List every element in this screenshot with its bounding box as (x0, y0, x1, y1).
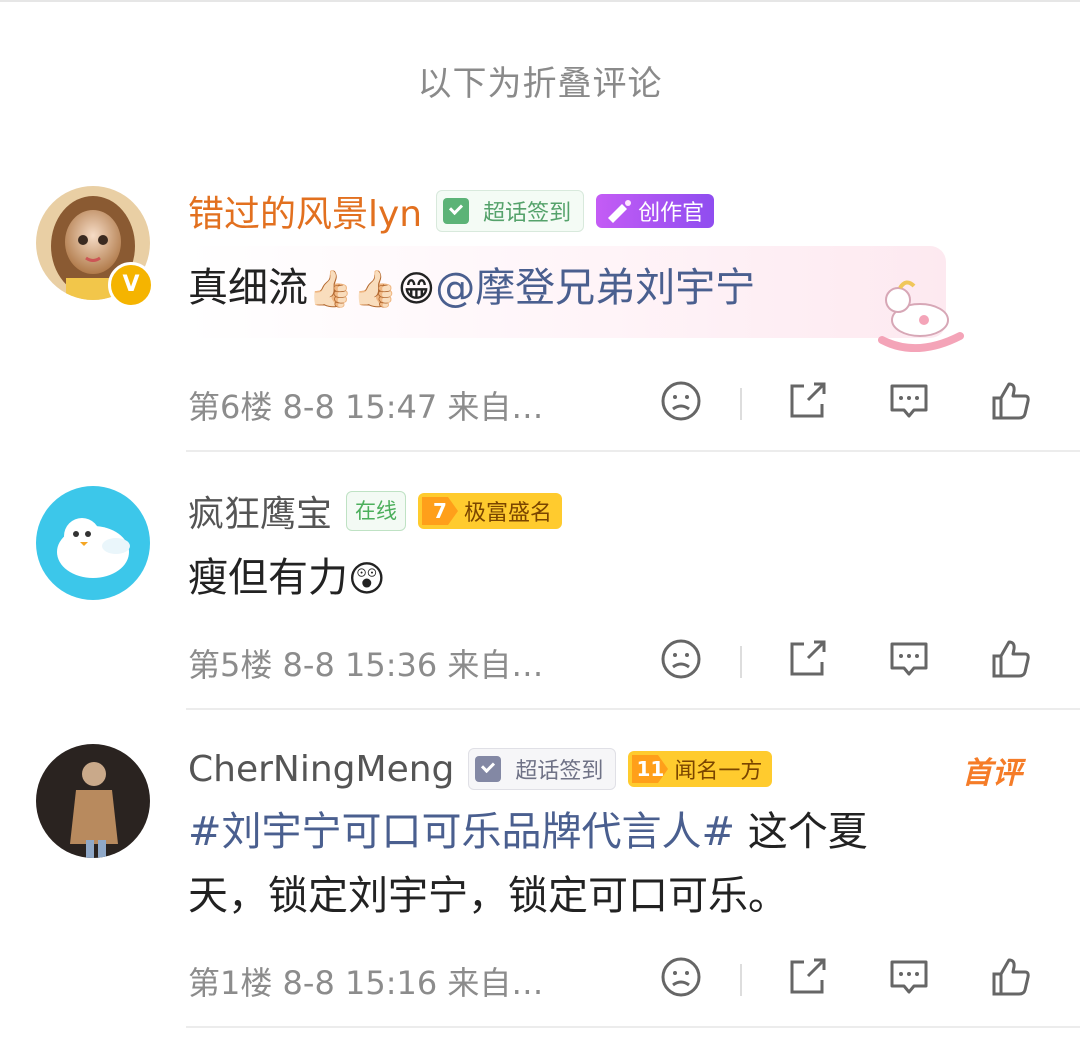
reply-button[interactable] (886, 378, 936, 428)
pony-sticker-icon (878, 280, 964, 352)
comment-source[interactable]: 来自… (447, 388, 543, 426)
online-badge: 在线 (346, 491, 407, 531)
comment-divider (186, 1026, 1080, 1028)
super-topic-checkin-badge[interactable]: 超话签到 (436, 190, 585, 232)
username[interactable]: 错过的风景lyn (188, 185, 422, 237)
share-button[interactable] (784, 378, 834, 428)
top-divider (0, 0, 1080, 2)
level-diamond-icon: 7 (418, 493, 462, 529)
creator-pen-icon (608, 200, 632, 223)
share-button[interactable] (784, 954, 834, 1004)
comment-meta: 第1楼 8-8 15:16 来自… (188, 958, 543, 1004)
reply-button[interactable] (886, 954, 936, 1004)
comment-text: 真细流👍🏻👍🏻😁@摩登兄弟刘宇宁 (188, 256, 755, 322)
avatar[interactable] (36, 486, 150, 600)
avatar[interactable] (36, 744, 150, 858)
comment-source[interactable]: 来自… (447, 646, 543, 684)
sad-face-icon (661, 957, 701, 997)
like-button[interactable] (988, 378, 1038, 428)
comment-icon (890, 384, 928, 418)
thumbs-up-icon (992, 640, 1030, 678)
action-separator (740, 964, 742, 996)
sad-face-icon (661, 381, 701, 421)
like-button[interactable] (988, 954, 1038, 1004)
share-button[interactable] (784, 636, 834, 686)
sad-face-icon (661, 639, 701, 679)
share-icon (790, 640, 826, 676)
dislike-button[interactable] (658, 954, 708, 1004)
comment-date: 8-8 (282, 646, 335, 684)
username[interactable]: CherNingMeng (188, 749, 454, 790)
username[interactable]: 疯狂鹰宝 (188, 485, 332, 537)
folded-comments-header: 以下为折叠评论 (417, 64, 663, 104)
comment-icon (890, 960, 928, 994)
floor-number: 第1楼 (188, 964, 273, 1002)
comment-divider (186, 708, 1080, 710)
comment-text: #刘宇宁可口可乐品牌代言人# 这个夏 天，锁定刘宇宁，锁定可口可乐。 (188, 809, 868, 919)
comment-source[interactable]: 来自… (447, 964, 543, 1002)
thumbs-up-icon (992, 958, 1030, 996)
level-diamond-icon: 11 (628, 751, 672, 787)
action-separator (740, 388, 742, 420)
comment-meta: 第5楼 8-8 15:36 来自… (188, 640, 543, 686)
comment-divider (186, 450, 1080, 452)
floor-number: 第5楼 (188, 646, 273, 684)
dislike-button[interactable] (658, 636, 708, 686)
action-separator (740, 646, 742, 678)
fan-level-badge[interactable]: 7 极富盛名 (418, 493, 563, 529)
fan-level-badge[interactable]: 11 闻名一方 (628, 751, 773, 787)
calendar-check-icon (443, 198, 470, 224)
creator-badge[interactable]: 创作官 (596, 194, 715, 228)
share-icon (790, 382, 826, 418)
super-topic-checkin-badge[interactable]: 超话签到 (468, 748, 617, 790)
comment-time: 15:16 (344, 964, 438, 1002)
comment-icon (890, 642, 928, 676)
comment-text: 瘦但有力😲 (188, 546, 386, 612)
comment-meta: 第6楼 8-8 15:47 来自… (188, 382, 543, 428)
emoji: 👍🏻👍🏻😁 (308, 269, 436, 310)
first-comment-badge: 首评 (962, 756, 1022, 791)
verified-v-icon: V (108, 262, 154, 308)
floor-number: 第6楼 (188, 388, 273, 426)
mention-link[interactable]: @摩登兄弟刘宇宁 (435, 265, 755, 311)
emoji: 😲 (348, 559, 386, 600)
like-button[interactable] (988, 636, 1038, 686)
dislike-button[interactable] (658, 378, 708, 428)
comment-time: 15:36 (344, 646, 438, 684)
share-icon (790, 958, 826, 994)
calendar-check-icon (475, 756, 502, 782)
topic-link[interactable]: #刘宇宁可口可乐品牌代言人# (188, 809, 735, 855)
comment-date: 8-8 (282, 388, 335, 426)
comment-time: 15:47 (344, 388, 438, 426)
thumbs-up-icon (992, 382, 1030, 420)
comment-date: 8-8 (282, 964, 335, 1002)
reply-button[interactable] (886, 636, 936, 686)
